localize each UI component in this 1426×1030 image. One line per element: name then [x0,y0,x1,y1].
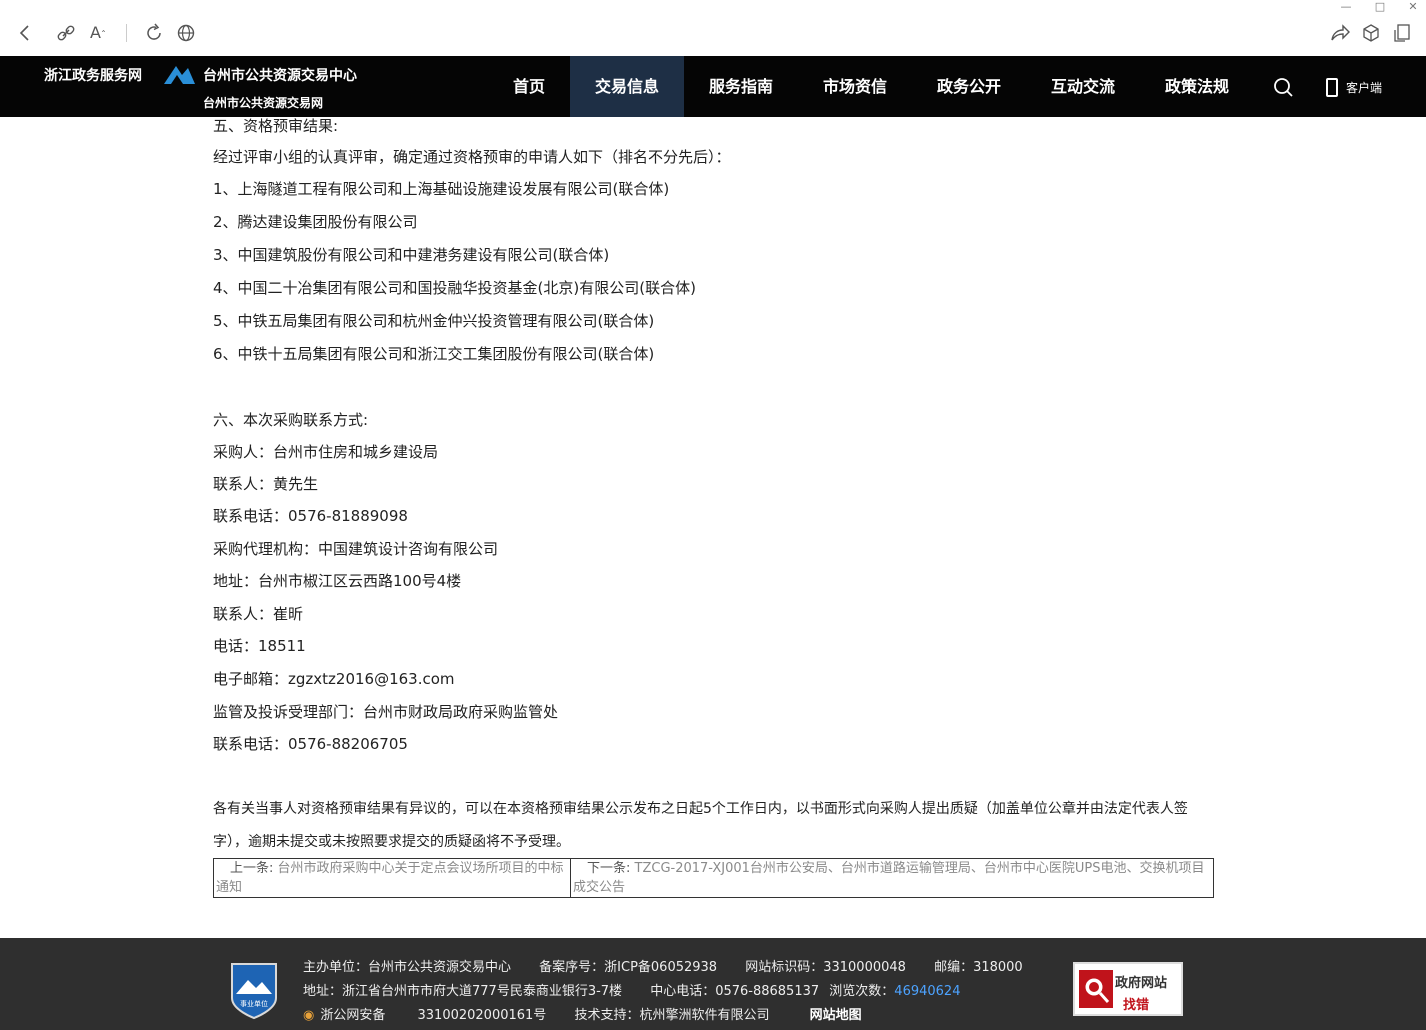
public-institution-badge-icon[interactable]: 事业单位 [228,960,280,1020]
back-icon[interactable] [14,22,36,44]
close-icon[interactable]: ✕ [1405,0,1421,14]
prev-label: 上一条: [230,861,274,876]
applicant-item: 3、中国建筑股份有限公司和中建港务建设有限公司(联合体) [213,246,610,264]
section5-intro: 经过评审小组的认真评审，确定通过资格预审的申请人如下（排名不分先后）： [213,148,731,166]
applicant-item: 6、中铁十五局集团有限公司和浙江交工集团股份有限公司(联合体) [213,345,655,363]
prev-next-nav: 上一条: 台州市政府采购中心关于定点会议场所项目的中标通知 下一条: TZCG-… [213,858,1214,898]
footer-address: 地址：浙江省台州市市府大道777号民泰商业银行3-7楼 [303,984,623,999]
contact-line: 电话：18511 [213,637,306,655]
footer-icp[interactable]: 备案序号：浙ICP备06052938 [539,960,717,975]
nav-gov-affairs[interactable]: 政务公开 [928,56,1010,117]
applicant-item: 1、上海隧道工程有限公司和上海基础设施建设发展有限公司(联合体) [213,180,670,198]
footer-site-id: 网站标识码：3310000048 [745,960,906,975]
police-emblem-icon: ◉ [303,1008,315,1023]
site-title[interactable]: 台州市公共资源交易中心 [203,65,357,85]
next-article-link[interactable]: 下一条: TZCG-2017-XJ001台州市公安局、台州市道路运输管理局、台州… [571,859,1213,897]
contact-line: 联系人：崔昕 [213,605,304,623]
footer-police-label[interactable]: 浙公网安备 [320,1008,385,1023]
section6-title: 六、本次采购联系方式: [213,411,369,429]
mobile-phone-icon [1326,77,1338,97]
report-line-2: 找错 [1123,998,1150,1013]
cube-icon[interactable] [1360,22,1382,44]
center-logo-icon [164,66,195,84]
magnifier-icon [1079,970,1113,1008]
nav-home[interactable]: 首页 [493,56,565,117]
contact-line: 联系人：黄先生 [213,475,319,493]
contact-line: 监管及投诉受理部门：台州市财政局政府采购监管处 [213,703,559,721]
minimize-icon[interactable]: — [1338,0,1354,14]
footer-tech: 技术支持：杭州擎洲软件有限公司 [574,1008,770,1023]
globe-icon[interactable] [175,22,197,44]
contact-line: 采购代理机构：中国建筑设计咨询有限公司 [213,540,499,558]
footer-postcode: 邮编：318000 [934,960,1023,975]
maximize-icon[interactable]: □ [1372,0,1388,14]
next-label: 下一条: [587,861,631,876]
prev-article-link[interactable]: 上一条: 台州市政府采购中心关于定点会议场所项目的中标通知 [214,859,571,897]
footer-police-no[interactable]: 33100202000161号 [418,1008,547,1023]
contact-line: 联系电话：0576-81889098 [213,507,408,525]
nav-service-guide[interactable]: 服务指南 [700,56,782,117]
share-icon[interactable] [1329,22,1351,44]
site-header: 浙江政务服务网 台州市公共资源交易中心 台州市公共资源交易网 首页 交易信息 服… [0,56,1426,117]
brand-zhejiang-link[interactable]: 浙江政务服务网 [44,65,142,85]
footer-visits-count: 46940624 [894,984,961,999]
site-footer: 事业单位 主办单位：台州市公共资源交易中心 备案序号：浙ICP备06052938… [0,938,1426,1030]
refresh-icon[interactable] [143,22,165,44]
tab-icon[interactable] [1391,22,1413,44]
footer-host: 主办单位：台州市公共资源交易中心 [303,960,512,975]
applicant-item: 2、腾达建设集团股份有限公司 [213,213,418,231]
footer-row-3: ◉ 浙公网安备 33100202000161号 技术支持：杭州擎洲软件有限公司 网… [303,1004,886,1023]
link-icon[interactable] [55,22,77,44]
reader-font-icon[interactable]: Aˆ [87,22,109,44]
nav-policy[interactable]: 政策法规 [1156,56,1238,117]
footer-visits-label: 浏览次数： [829,984,895,999]
client-app-link[interactable]: 客户端 [1326,76,1382,98]
nav-market-credit[interactable]: 市场资信 [814,56,896,117]
next-title[interactable]: TZCG-2017-XJ001台州市公安局、台州市道路运输管理局、台州市中心医院… [573,861,1205,895]
toolbar-divider [126,24,127,42]
report-line-1: 政府网站 [1115,976,1168,991]
nav-trading-info[interactable]: 交易信息 [570,56,684,117]
contact-line: 地址：台州市椒江区云西路100号4楼 [213,572,462,590]
footer-sitemap-link[interactable]: 网站地图 [810,1008,862,1023]
objection-notice: 各有关当事人对资格预审结果有异议的，可以在本资格预审结果公示发布之日起5个工作日… [213,801,1188,850]
gov-site-report-error-button[interactable]: 政府网站 找错 [1073,962,1183,1016]
contact-line: 采购人：台州市住房和城乡建设局 [213,443,439,461]
browser-toolbar: Aˆ — □ ✕ [0,0,1426,57]
footer-row-2: 地址：浙江省台州市市府大道777号民泰商业银行3-7楼 中心电话：0576-88… [303,980,984,999]
applicant-item: 5、中铁五局集团有限公司和杭州金仲兴投资管理有限公司(联合体) [213,312,655,330]
contact-line: 联系电话：0576-88206705 [213,735,408,753]
nav-interaction[interactable]: 互动交流 [1042,56,1124,117]
search-icon[interactable] [1272,76,1294,98]
site-subtitle: 台州市公共资源交易网 [203,96,324,110]
applicant-item: 4、中国二十冶集团有限公司和国投融华投资基金(北京)有限公司(联合体) [213,279,696,297]
footer-phone: 中心电话：0576-88685137 [650,984,820,999]
badge-text: 事业单位 [240,999,268,1008]
section5-title: 五、资格预审结果: [213,117,339,135]
footer-row-1: 主办单位：台州市公共资源交易中心 备案序号：浙ICP备06052938 网站标识… [303,956,1047,975]
contact-line: 电子邮箱：zgzxtz2016@163.com [213,670,455,688]
client-label: 客户端 [1346,80,1383,95]
